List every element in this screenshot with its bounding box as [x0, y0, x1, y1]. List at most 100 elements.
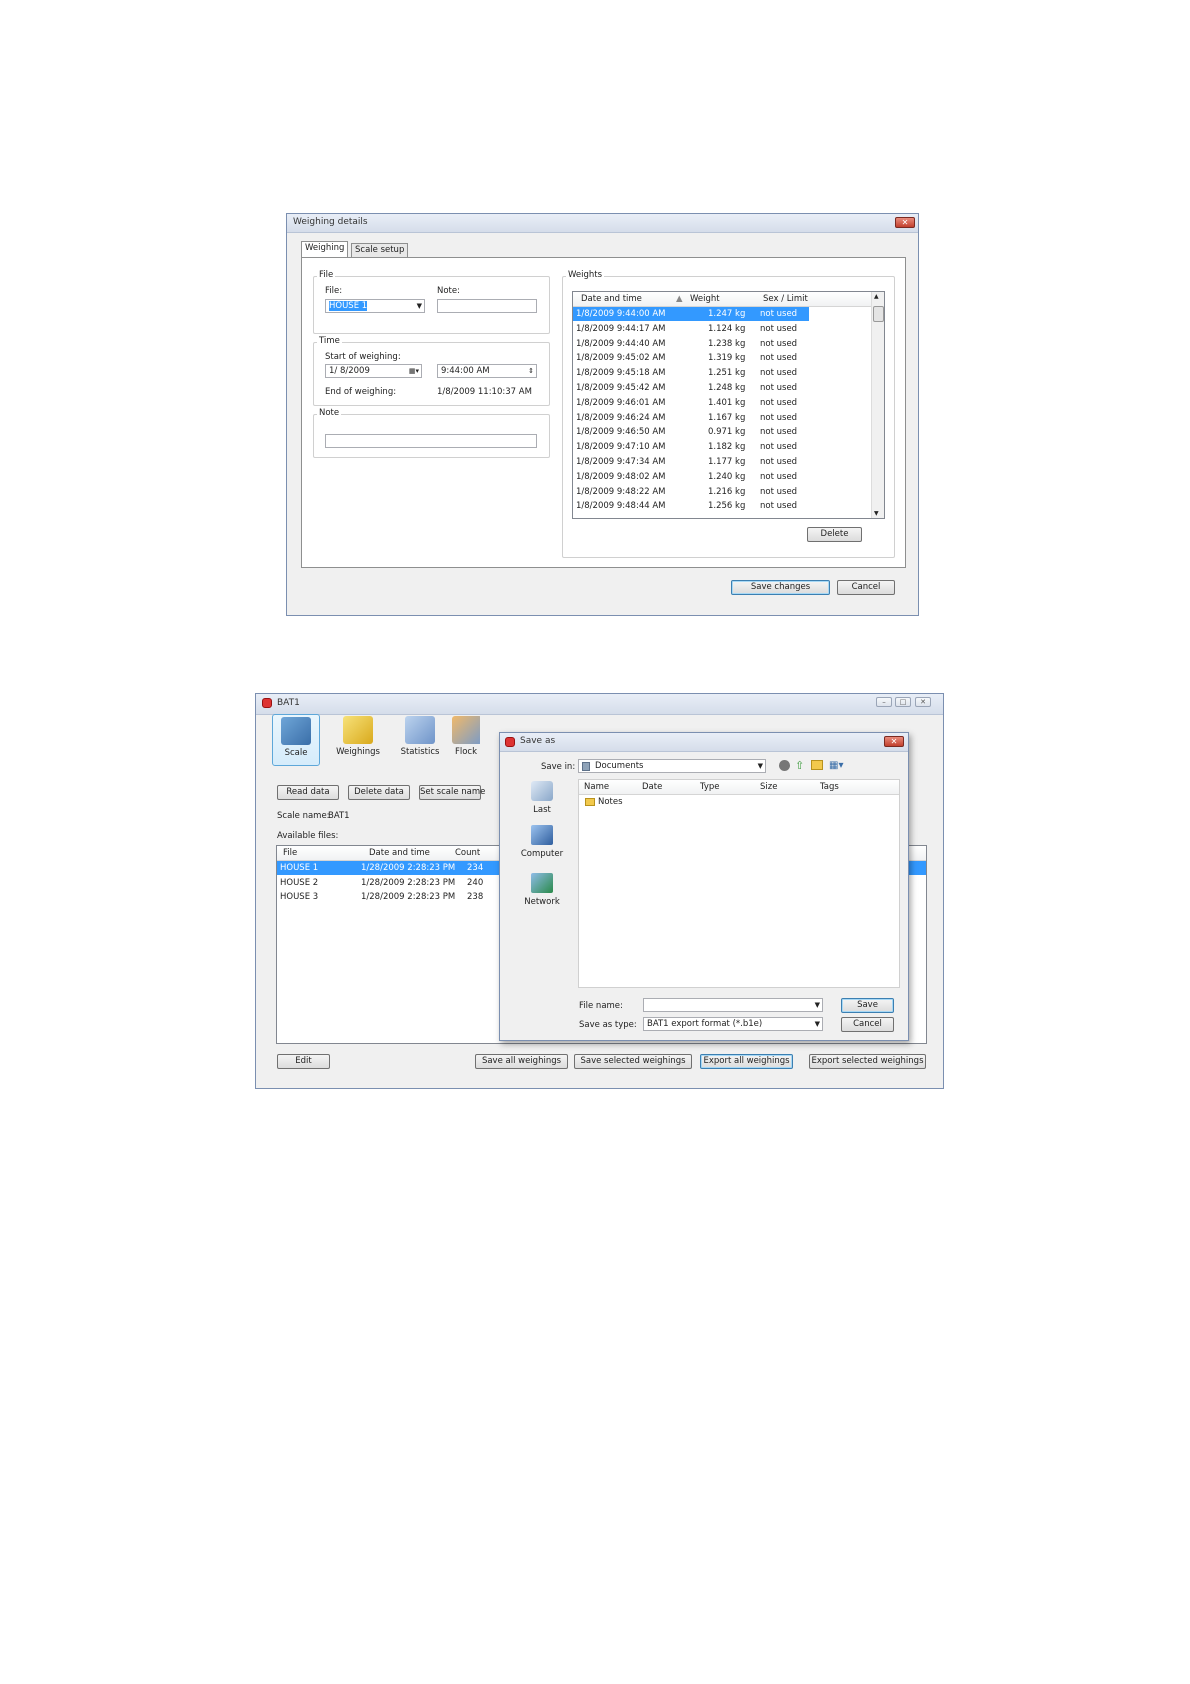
file-name-chevron-icon[interactable]: ▼ — [815, 999, 820, 1011]
weights-list[interactable]: Date and time ▲ Weight Sex / Limit 1/8/2… — [572, 291, 885, 519]
weights-group-label: Weights — [566, 270, 605, 280]
save-as-close-button[interactable]: ✕ — [884, 736, 904, 747]
col-name[interactable]: Name — [584, 782, 609, 792]
title-bar[interactable]: Weighing details ✕ — [287, 214, 918, 233]
start-date-value: 1/ 8/2009 — [329, 366, 370, 376]
weights-scrollbar[interactable]: ▲ ▼ — [871, 292, 884, 518]
cell-date-time: 1/8/2009 9:46:01 AM — [576, 397, 666, 408]
bat1-title-bar[interactable]: BAT1 – □ ✕ — [256, 694, 943, 715]
set-scale-name-label: Set scale name — [420, 787, 486, 797]
cell-date-time: 1/28/2009 2:28:23 PM — [361, 892, 456, 902]
file-dropdown[interactable]: HOUSE 1 ▼ — [325, 299, 425, 313]
col-size[interactable]: Size — [760, 782, 777, 792]
save-changes-button[interactable]: Save changes — [731, 580, 830, 595]
view-menu-icon[interactable]: ▦▾ — [829, 760, 843, 771]
recent-places-icon — [531, 781, 553, 801]
window-close-button[interactable]: ✕ — [915, 697, 931, 707]
ribbon-flock[interactable]: Flock — [452, 714, 480, 766]
note-input[interactable] — [437, 299, 537, 313]
tab-weighing[interactable]: Weighing — [301, 241, 349, 257]
read-data-button[interactable]: Read data — [277, 785, 339, 800]
save-type-value: BAT1 export format (*.b1e) — [647, 1019, 763, 1029]
up-folder-icon[interactable]: ⇧ — [795, 760, 804, 771]
table-row[interactable]: 1/8/2009 9:48:02 AM 1.240 kg not used — [573, 470, 809, 484]
col-file[interactable]: File — [283, 848, 297, 858]
col-date[interactable]: Date — [642, 782, 662, 792]
scroll-thumb[interactable] — [873, 306, 884, 322]
ribbon-weighings[interactable]: Weighings — [334, 714, 382, 766]
tab-scale-setup[interactable]: Scale setup — [351, 243, 409, 257]
spin-updown-icon[interactable]: ⇕ — [528, 365, 534, 377]
list-item-label: Notes — [598, 797, 623, 807]
cell-date-time: 1/28/2009 2:28:23 PM — [361, 877, 456, 888]
col-tags[interactable]: Tags — [820, 782, 839, 792]
back-icon[interactable] — [779, 760, 790, 771]
start-date-picker[interactable]: 1/ 8/2009 ▦▾ — [325, 364, 422, 378]
new-folder-icon[interactable] — [811, 760, 823, 770]
table-row[interactable]: 1/8/2009 9:47:10 AM 1.182 kg not used — [573, 440, 809, 454]
col-weight[interactable]: Weight — [690, 294, 720, 304]
save-as-file-list[interactable]: Name Date Type Size Tags Notes — [578, 779, 900, 988]
available-files-label: Available files: — [277, 831, 339, 841]
table-row[interactable]: 1/8/2009 9:45:02 AM 1.319 kg not used — [573, 351, 809, 365]
folder-icon — [585, 798, 595, 806]
save-type-chevron-icon: ▼ — [814, 1020, 820, 1028]
table-row[interactable]: 1/8/2009 9:46:01 AM 1.401 kg not used — [573, 396, 809, 410]
app-icon — [262, 698, 272, 708]
maximize-button[interactable]: □ — [895, 697, 911, 707]
minimize-button[interactable]: – — [876, 697, 892, 707]
close-button[interactable]: ✕ — [895, 217, 915, 228]
col-files-date-time[interactable]: Date and time — [369, 848, 430, 858]
ribbon-statistics[interactable]: Statistics — [396, 714, 444, 766]
export-selected-weighings-button[interactable]: Export selected weighings — [809, 1054, 926, 1069]
save-type-dropdown[interactable]: BAT1 export format (*.b1e) ▼ — [643, 1017, 823, 1031]
col-sex-limit[interactable]: Sex / Limit — [763, 294, 808, 304]
cell-file: HOUSE 2 — [280, 877, 319, 888]
place-last[interactable]: Last — [506, 779, 578, 819]
col-type[interactable]: Type — [700, 782, 720, 792]
save-as-title: Save as — [520, 736, 556, 746]
delete-data-button[interactable]: Delete data — [348, 785, 410, 800]
cell-count: 234 — [467, 863, 484, 873]
cell-weight: 1.167 kg — [708, 412, 746, 423]
save-as-title-bar[interactable]: Save as ✕ — [500, 733, 908, 752]
flock-icon — [452, 716, 480, 744]
cell-weight: 1.216 kg — [708, 486, 746, 497]
col-count[interactable]: Count — [455, 848, 480, 858]
table-row[interactable]: 1/8/2009 9:46:50 AM 0.971 kg not used — [573, 425, 809, 439]
table-row[interactable]: 1/8/2009 9:48:22 AM 1.216 kg not used — [573, 485, 809, 499]
save-as-cancel-button[interactable]: Cancel — [841, 1017, 894, 1032]
set-scale-name-button[interactable]: Set scale name — [419, 785, 485, 800]
save-all-weighings-button[interactable]: Save all weighings — [475, 1054, 568, 1069]
ribbon-scale[interactable]: Scale — [272, 714, 320, 766]
table-row[interactable]: 1/8/2009 9:44:17 AM 1.124 kg not used — [573, 322, 809, 336]
calendar-icon[interactable]: ▦▾ — [409, 365, 419, 377]
start-time-picker[interactable]: 9:44:00 AM ⇕ — [437, 364, 537, 378]
list-item[interactable]: Notes — [579, 795, 899, 809]
table-row[interactable]: 1/8/2009 9:45:18 AM 1.251 kg not used — [573, 366, 809, 380]
save-as-save-button[interactable]: Save — [841, 998, 894, 1013]
scroll-down-icon[interactable]: ▼ — [874, 510, 879, 517]
edit-button[interactable]: Edit — [277, 1054, 330, 1069]
table-row[interactable]: 1/8/2009 9:45:42 AM 1.248 kg not used — [573, 381, 809, 395]
note-group-input[interactable] — [325, 434, 537, 448]
table-row[interactable]: 1/8/2009 9:48:44 AM 1.256 kg not used — [573, 499, 809, 513]
cancel-button[interactable]: Cancel — [837, 580, 895, 595]
file-name-input[interactable]: ▼ — [643, 998, 823, 1012]
export-all-weighings-button[interactable]: Export all weighings — [700, 1054, 793, 1069]
delete-button[interactable]: Delete — [807, 527, 862, 542]
table-row[interactable]: 1/8/2009 9:44:40 AM 1.238 kg not used — [573, 337, 809, 351]
save-in-dropdown[interactable]: Documents ▼ — [578, 759, 766, 773]
cell-date-time: 1/28/2009 2:28:23 PM — [361, 863, 456, 873]
table-row[interactable]: 1/8/2009 9:47:34 AM 1.177 kg not used — [573, 455, 809, 469]
table-row[interactable]: 1/8/2009 9:44:00 AM 1.247 kg not used — [573, 307, 809, 321]
col-date-time[interactable]: Date and time — [581, 294, 642, 304]
scroll-up-icon[interactable]: ▲ — [874, 293, 879, 300]
table-row[interactable]: 1/8/2009 9:46:24 AM 1.167 kg not used — [573, 411, 809, 425]
bat1-title: BAT1 — [277, 698, 300, 708]
place-computer[interactable]: Computer — [506, 823, 578, 863]
place-network[interactable]: Network — [506, 871, 578, 911]
cell-date-time: 1/8/2009 9:48:02 AM — [576, 471, 666, 482]
save-selected-weighings-button[interactable]: Save selected weighings — [574, 1054, 692, 1069]
start-label: Start of weighing: — [325, 352, 401, 362]
